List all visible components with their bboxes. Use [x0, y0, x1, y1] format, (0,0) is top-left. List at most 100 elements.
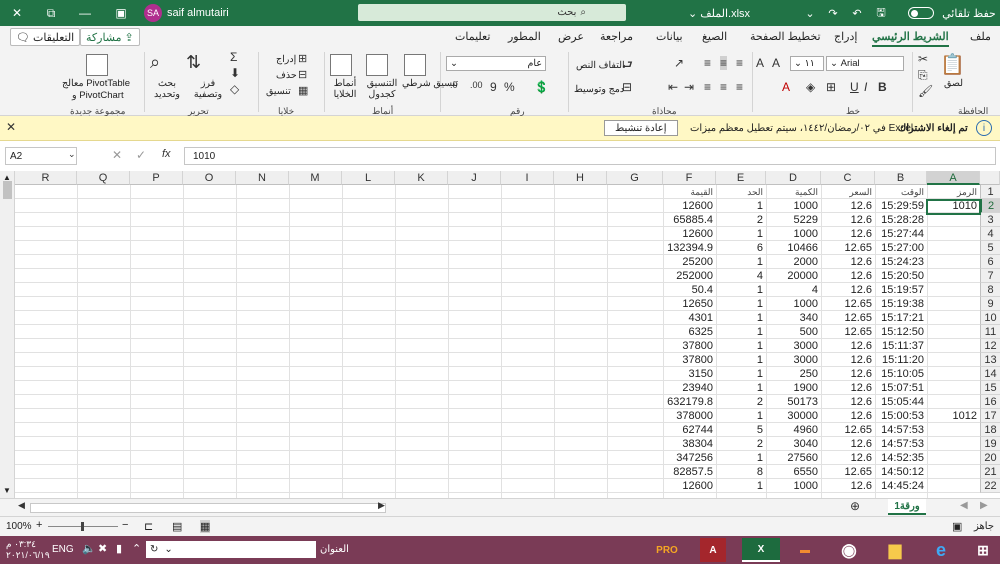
align-right-icon[interactable]: ≡ [736, 80, 743, 94]
cell-f[interactable]: 3150 [663, 367, 716, 381]
cell-e[interactable]: 5 [716, 423, 766, 437]
cell-b[interactable]: 15:12:50 [875, 325, 927, 339]
conditional-formatting-icon[interactable] [404, 54, 426, 76]
cell-d[interactable]: 4 [766, 283, 821, 297]
cell-d[interactable]: 3000 [766, 339, 821, 353]
cell-a[interactable] [927, 451, 980, 465]
cell-c[interactable]: 12.6 [821, 409, 875, 423]
redo-icon[interactable]: ↷ [822, 0, 844, 26]
cell-b[interactable]: 14:52:35 [875, 451, 927, 465]
zoom-level[interactable]: 100% [6, 521, 32, 532]
header-cell-b[interactable]: الوقت [875, 185, 927, 199]
cell-b[interactable]: 15:00:53 [875, 409, 927, 423]
cell-f[interactable]: 37800 [663, 339, 716, 353]
accounting-format-icon[interactable]: 💲 [534, 80, 549, 94]
cancel-entry-icon[interactable]: ✕ [112, 148, 122, 162]
cell-d[interactable]: 1900 [766, 381, 821, 395]
paste-icon[interactable]: 📋 [940, 52, 965, 77]
find-select-button[interactable]: بحث وتحديد [150, 78, 184, 100]
pivot-wizard-line2[interactable]: و PivotChart [72, 90, 124, 101]
header-cell-f[interactable]: القيمة [663, 185, 716, 199]
horizontal-scrollbar[interactable] [30, 503, 386, 513]
underline-icon[interactable]: U [850, 80, 859, 94]
bold-icon[interactable]: B [878, 80, 887, 94]
paste-label[interactable]: لصق [944, 78, 963, 89]
cell-d[interactable]: 1000 [766, 297, 821, 311]
autosave-toggle[interactable] [906, 0, 936, 26]
cell-a[interactable] [927, 479, 980, 493]
cell-b[interactable]: 15:28:28 [875, 213, 927, 227]
cell-a[interactable] [927, 437, 980, 451]
cell-e[interactable]: 1 [716, 451, 766, 465]
cell-d[interactable]: 3000 [766, 353, 821, 367]
cell-f[interactable]: 4301 [663, 311, 716, 325]
tab-insert[interactable]: إدراج [834, 30, 857, 43]
wrap-text-button[interactable]: التفاف النص [576, 60, 625, 71]
insert-cells-icon[interactable]: ⊞ [298, 52, 307, 65]
cell-a[interactable] [927, 311, 980, 325]
cell-d[interactable]: 2000 [766, 255, 821, 269]
tab-help[interactable]: تعليمات [455, 30, 490, 43]
row-header[interactable]: 8 [980, 283, 1000, 297]
header-cell-a[interactable]: الرمز [927, 185, 980, 199]
format-painter-icon[interactable]: 🖌 [918, 84, 933, 98]
cell-f[interactable]: 37800 [663, 353, 716, 367]
cell-a[interactable] [927, 269, 980, 283]
italic-icon[interactable]: I [864, 80, 867, 94]
fill-color-icon[interactable]: ◈ [806, 80, 815, 94]
accessibility-icon[interactable]: ▣ [952, 520, 962, 533]
tab-review[interactable]: مراجعة [600, 30, 633, 43]
row-header[interactable]: 21 [980, 465, 1000, 479]
vertical-scrollbar[interactable]: ▲ ▼ [0, 171, 15, 498]
cell-c[interactable]: 12.6 [821, 213, 875, 227]
cell-e[interactable]: 1 [716, 479, 766, 493]
address-toolbar-input[interactable]: ↻ ⌄ [146, 541, 316, 558]
cell-c[interactable]: 12.6 [821, 269, 875, 283]
reactivate-button[interactable]: إعادة تنشيط [604, 120, 678, 136]
merge-center-button[interactable]: دمج وتوسيط [574, 84, 624, 95]
cell-d[interactable]: 250 [766, 367, 821, 381]
search-box[interactable]: بحث ⌕ [358, 4, 626, 21]
font-color-icon[interactable]: A [782, 80, 790, 94]
cell-f[interactable]: 347256 [663, 451, 716, 465]
cell-d[interactable]: 1000 [766, 227, 821, 241]
format-cells-icon[interactable]: ▦ [298, 84, 308, 97]
column-header-h[interactable]: H [554, 171, 607, 185]
access-app-icon[interactable]: A [700, 538, 726, 562]
cell-a[interactable] [927, 353, 980, 367]
cell-e[interactable]: 1 [716, 297, 766, 311]
cell-a[interactable] [927, 213, 980, 227]
scroll-thumb[interactable] [3, 181, 12, 199]
signal-icon[interactable]: ▮ [116, 542, 122, 555]
cell-c[interactable]: 12.6 [821, 437, 875, 451]
column-header-i[interactable]: I [501, 171, 554, 185]
cell-f[interactable]: 65885.4 [663, 213, 716, 227]
zoom-slider-thumb[interactable] [81, 522, 84, 531]
cell-e[interactable]: 1 [716, 353, 766, 367]
cell-c[interactable]: 12.6 [821, 227, 875, 241]
share-button[interactable]: مشاركة ⇪ [80, 28, 140, 46]
cell-e[interactable]: 1 [716, 311, 766, 325]
column-header-f[interactable]: F [663, 171, 716, 185]
borders-icon[interactable]: ⊞ [826, 80, 836, 94]
cell-e[interactable]: 1 [716, 199, 766, 213]
cell-d[interactable]: 6550 [766, 465, 821, 479]
cell-b[interactable]: 15:27:00 [875, 241, 927, 255]
cell-a[interactable] [927, 339, 980, 353]
cell-c[interactable]: 12.65 [821, 325, 875, 339]
column-header-b[interactable]: B [875, 171, 927, 185]
cell-a[interactable] [927, 255, 980, 269]
cell-f[interactable]: 6325 [663, 325, 716, 339]
cell-e[interactable]: 2 [716, 213, 766, 227]
align-left-icon[interactable]: ≡ [704, 80, 711, 94]
tab-view[interactable]: عرض [558, 30, 584, 43]
cell-d[interactable]: 5229 [766, 213, 821, 227]
undo-icon[interactable]: ↶ [846, 0, 868, 26]
row-header[interactable]: 12 [980, 339, 1000, 353]
row-header[interactable]: 17 [980, 409, 1000, 423]
cell-c[interactable]: 12.65 [821, 311, 875, 325]
header-cell-d[interactable]: الكمية [766, 185, 821, 199]
cell-e[interactable]: 2 [716, 395, 766, 409]
cell-c[interactable]: 12.6 [821, 367, 875, 381]
comma-style-icon[interactable]: 9 [490, 80, 497, 94]
